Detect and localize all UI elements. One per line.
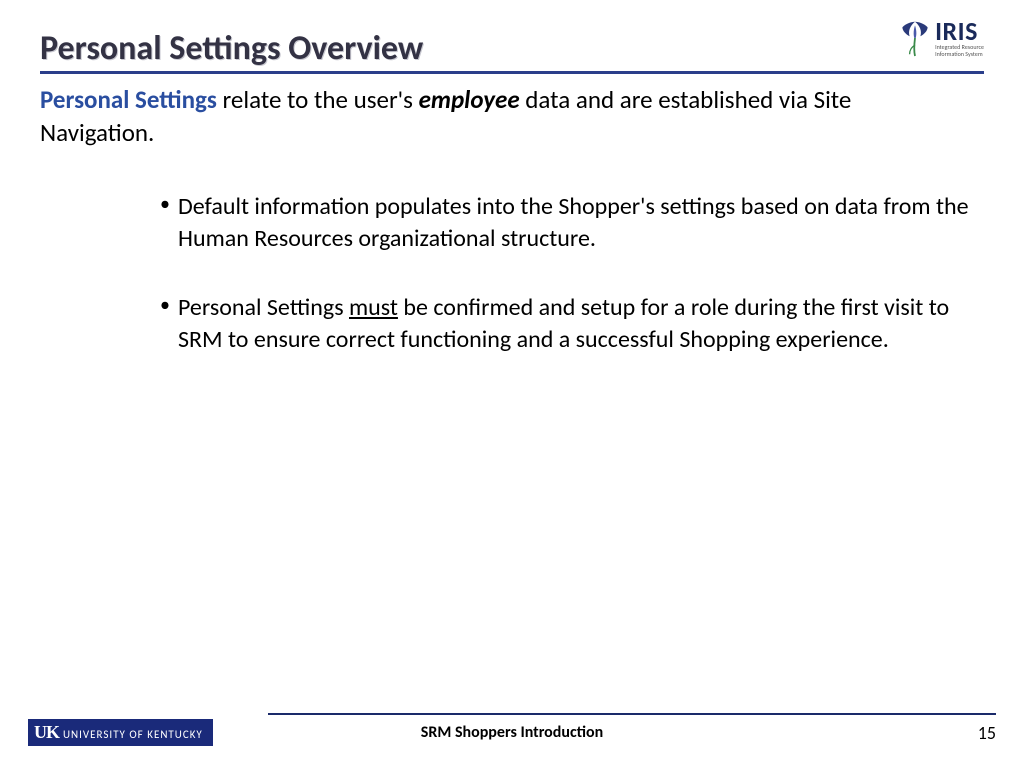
- iris-logo: IRIS Integrated Resource Information Sys…: [897, 18, 984, 58]
- list-item: Default information populates into the S…: [160, 191, 980, 256]
- page-number: 15: [978, 722, 996, 744]
- slide: Personal Settings Overview IRIS Integrat…: [0, 0, 1024, 768]
- iris-flower-icon: [897, 18, 933, 58]
- list-item: Personal Settings must be confirmed and …: [160, 292, 980, 357]
- slide-footer: UK UNIVERSITY OF KENTUCKY SRM Shoppers I…: [0, 713, 1024, 746]
- intro-text-1: relate to the user's: [217, 84, 419, 115]
- footer-divider: [268, 713, 996, 715]
- iris-logo-sub2: Information System: [935, 51, 984, 58]
- bullet-list: Default information populates into the S…: [160, 191, 980, 357]
- bullet-text-pre: Personal Settings: [178, 293, 349, 322]
- uk-logo-badge: UK UNIVERSITY OF KENTUCKY: [28, 719, 213, 746]
- intro-emphasis: employee: [419, 84, 520, 115]
- uk-org-name: UNIVERSITY OF KENTUCKY: [63, 728, 203, 741]
- intro-lead: Personal Settings: [40, 84, 217, 115]
- intro-paragraph: Personal Settings relate to the user's e…: [40, 84, 960, 149]
- footer-row: UK UNIVERSITY OF KENTUCKY SRM Shoppers I…: [28, 719, 996, 746]
- iris-logo-name: IRIS: [935, 18, 984, 44]
- bullet-underline: must: [349, 293, 398, 322]
- slide-header: Personal Settings Overview IRIS Integrat…: [40, 28, 984, 74]
- page-title: Personal Settings Overview: [40, 28, 423, 69]
- iris-logo-text: IRIS Integrated Resource Information Sys…: [935, 18, 984, 57]
- footer-doc-title: SRM Shoppers Introduction: [421, 723, 603, 742]
- uk-monogram: UK: [34, 722, 59, 743]
- bullet-text: Default information populates into the S…: [178, 192, 969, 253]
